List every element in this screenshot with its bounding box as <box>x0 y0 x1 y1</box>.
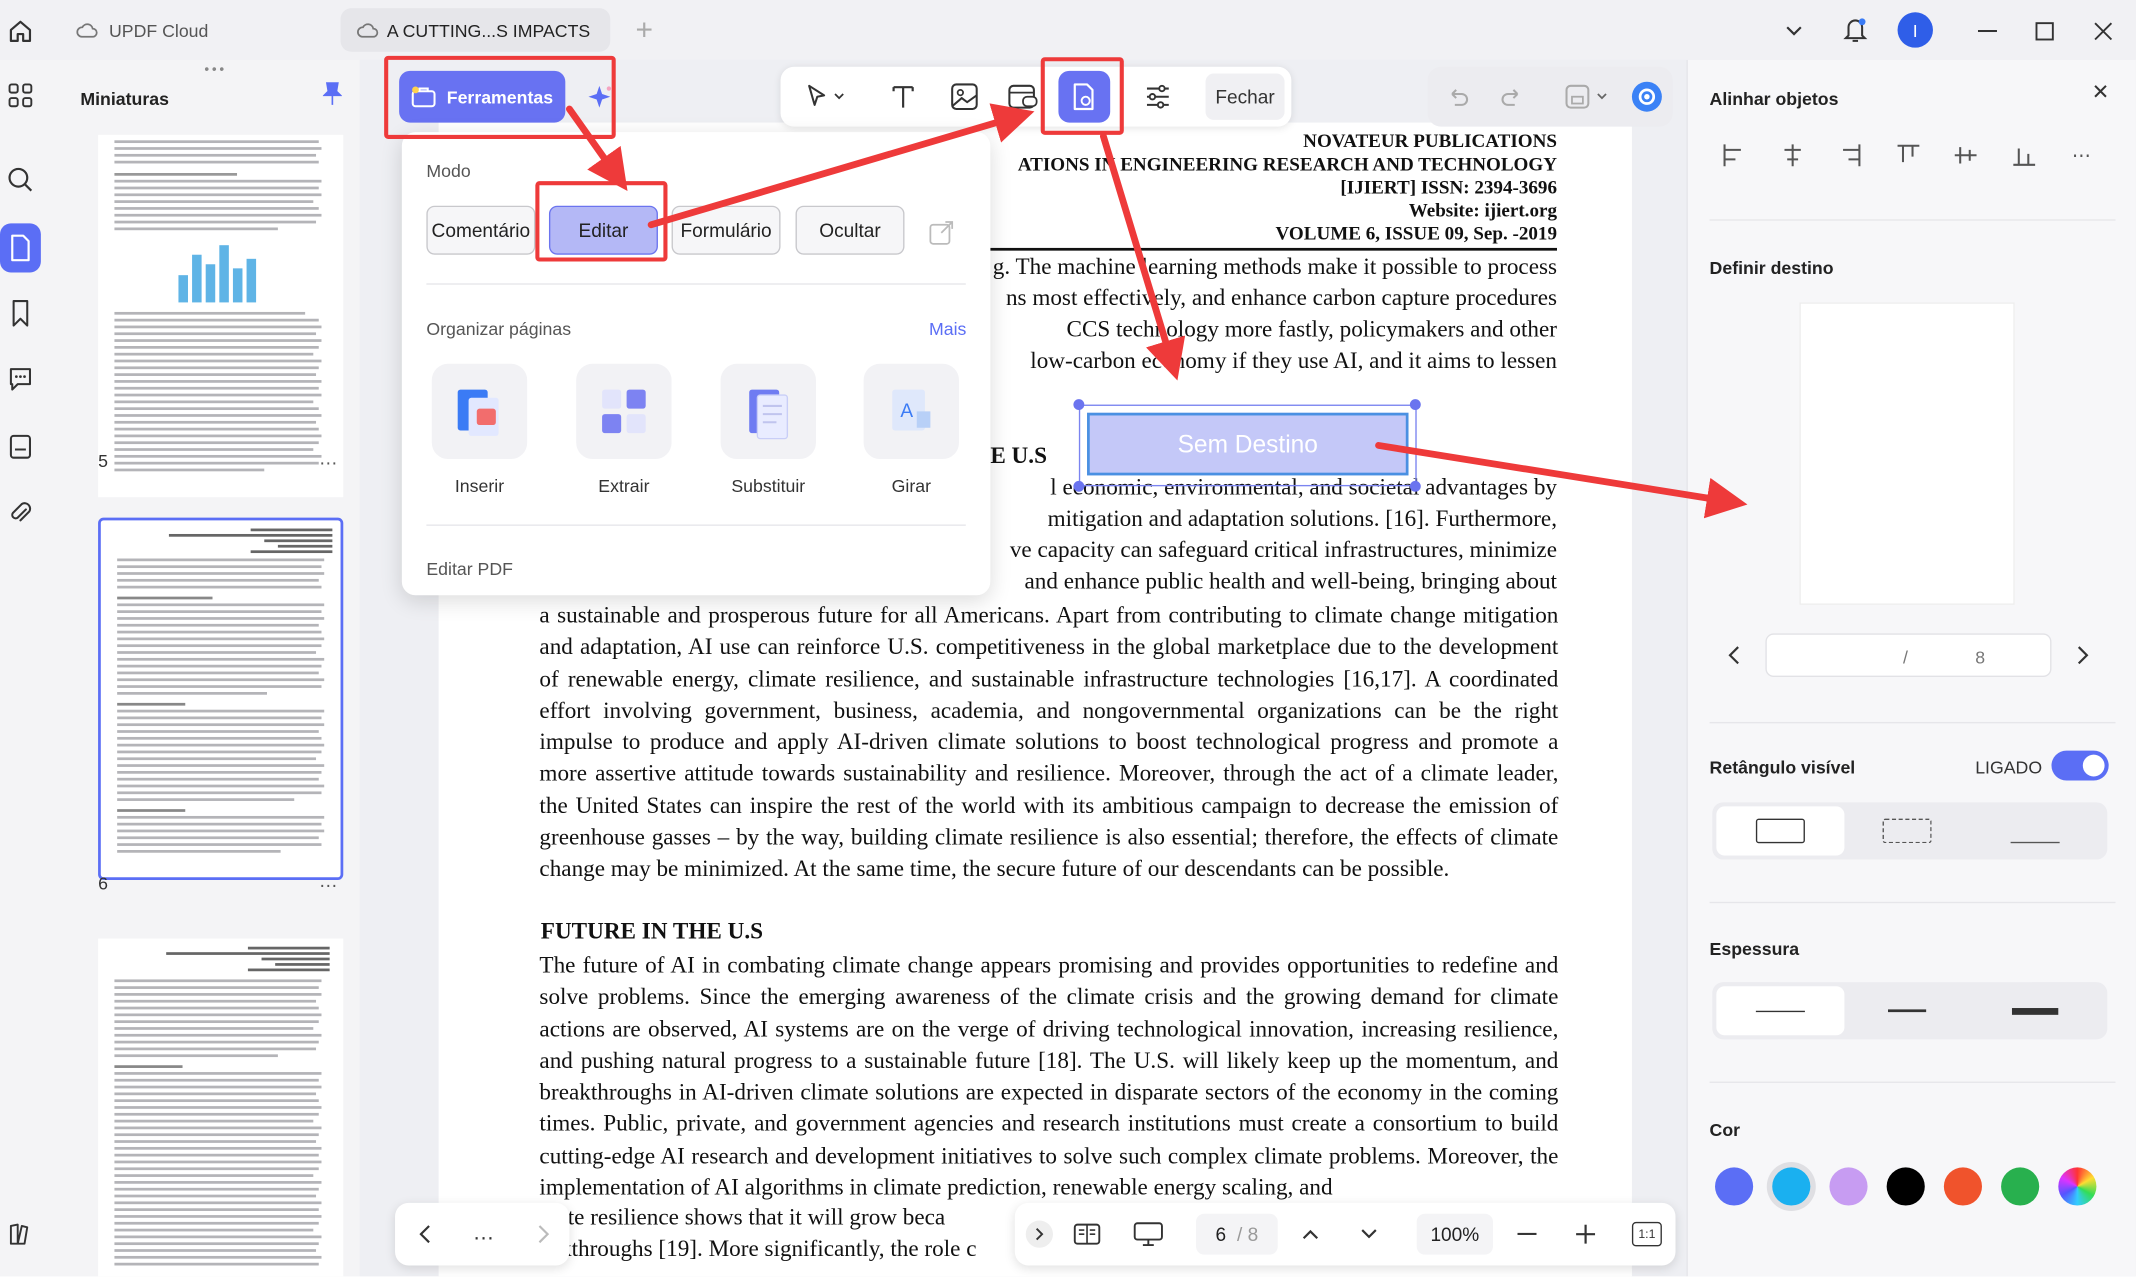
annotation-arrow <box>565 105 628 192</box>
annotation-arrow <box>647 103 1035 229</box>
annotation-arrows <box>565 103 1748 519</box>
annotation-arrow <box>1375 442 1748 519</box>
annotation-arrow <box>1099 132 1186 381</box>
app-window: UPDF Cloud A CUTTING...S IMPACTS + I •••… <box>0 0 2136 1277</box>
